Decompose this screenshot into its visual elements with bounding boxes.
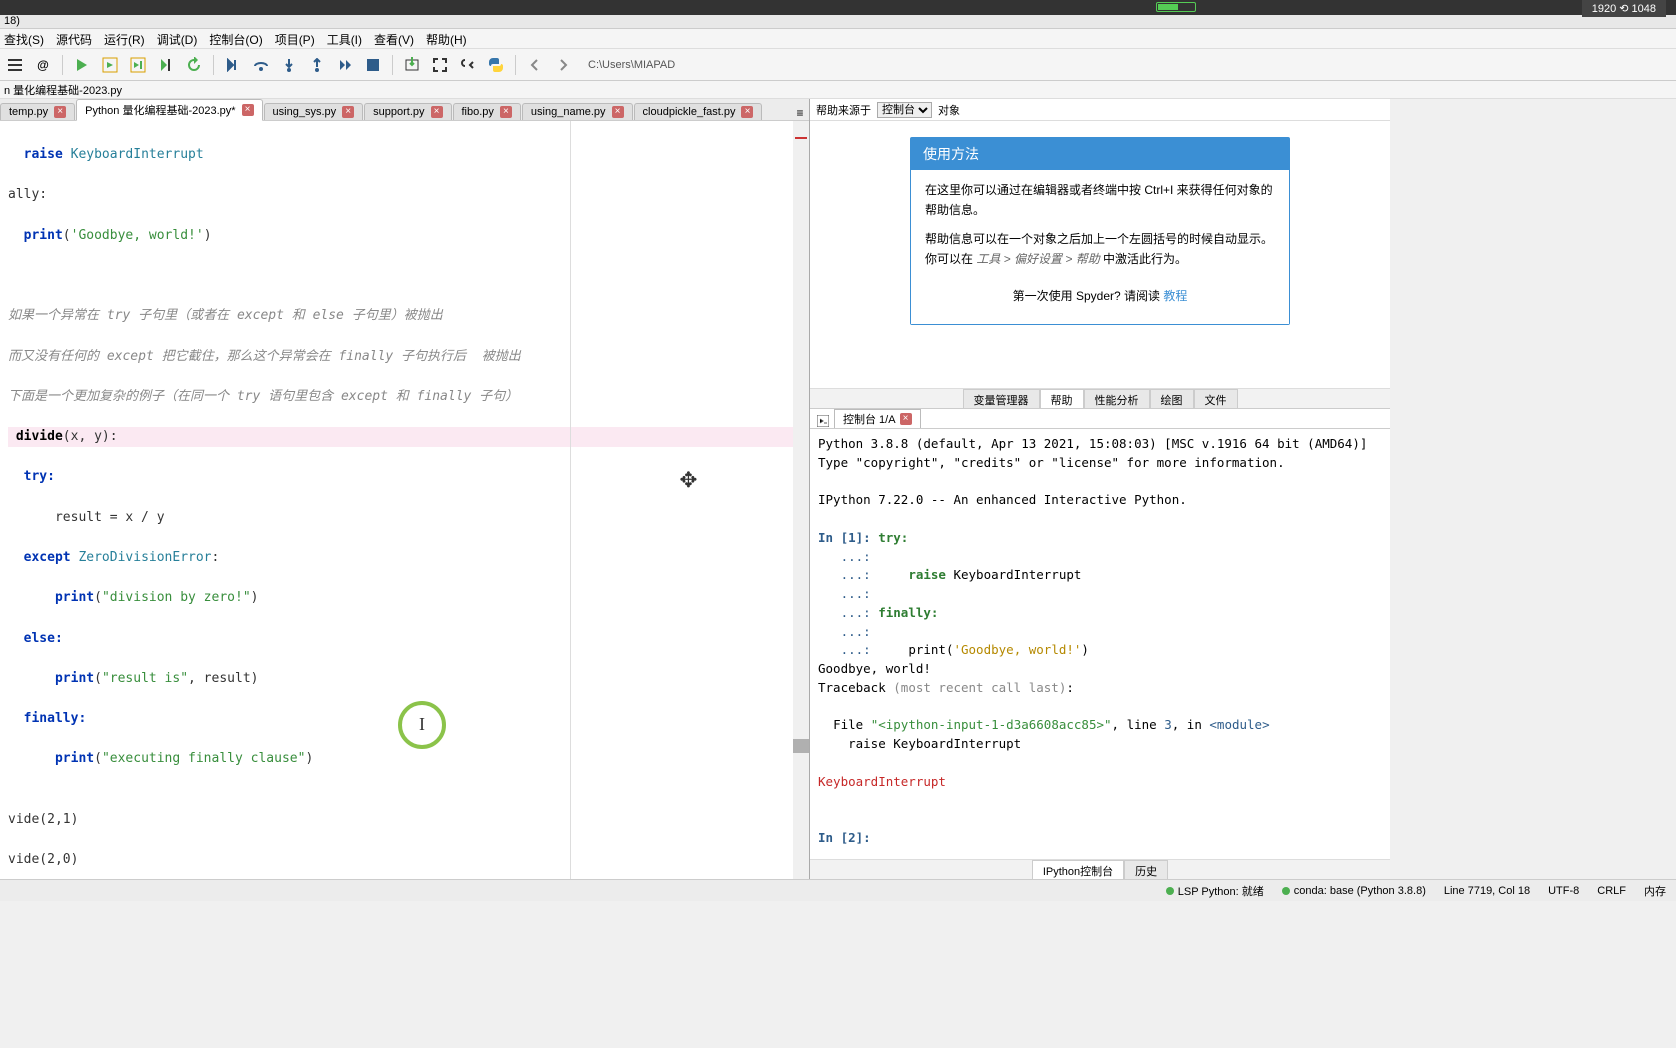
editor-pane: temp.py× Python 量化编程基础-2023.py*× using_s… (0, 99, 810, 879)
menu-sourcecode[interactable]: 源代码 (56, 31, 92, 46)
tb-stop-icon[interactable] (362, 54, 384, 76)
status-encoding: UTF-8 (1548, 885, 1579, 897)
battery-icon (1156, 2, 1196, 12)
tb-step-out-icon[interactable] (306, 54, 328, 76)
tab-using-name[interactable]: using_name.py× (522, 103, 633, 120)
help-header: 帮助来源于 控制台 对象 (810, 99, 1390, 121)
status-conda: conda: base (Python 3.8.8) (1282, 885, 1426, 897)
system-top-bar: 1920 ⟲ 1048 (0, 0, 1676, 15)
help-tabs: 变量管理器 帮助 性能分析 绘图 文件 (810, 388, 1390, 408)
help-text-1: 在这里你可以通过在编辑器或者终端中按 Ctrl+I 来获得任何对象的帮助信息。 (925, 180, 1275, 221)
move-cursor-icon: ✥ (680, 456, 697, 499)
status-lsp: LSP Python: 就绪 (1166, 883, 1264, 899)
scroll-error-mark (795, 137, 807, 139)
help-footer: 第一次使用 Spyder? 请阅读 教程 (925, 278, 1275, 314)
console-tab-bar: 控制台 1/A × (810, 409, 1390, 429)
close-icon[interactable]: × (900, 413, 912, 425)
help-source-label: 帮助来源于 (816, 102, 871, 118)
console-bottom-tabs: IPython控制台 历史 (810, 859, 1390, 879)
tab-variable-explorer[interactable]: 变量管理器 (963, 389, 1040, 408)
tb-at-icon[interactable]: @ (32, 54, 54, 76)
close-icon[interactable]: × (612, 106, 624, 118)
help-text-2: 帮助信息可以在一个对象之后加上一个左圆括号的时候自动显示。你可以在 工具 > 偏… (925, 229, 1275, 270)
menu-help[interactable]: 帮助(H) (426, 31, 467, 46)
tb-maximize-icon[interactable] (429, 54, 451, 76)
toolbar: @ C:\Users\MIAPAD (0, 49, 1676, 81)
tab-using-sys[interactable]: using_sys.py× (264, 103, 364, 120)
tab-help[interactable]: 帮助 (1040, 389, 1084, 408)
tab-ipython-console[interactable]: IPython控制台 (1032, 860, 1124, 879)
tab-quantbase[interactable]: Python 量化编程基础-2023.py*× (76, 99, 262, 121)
help-card: 使用方法 在这里你可以通过在编辑器或者终端中按 Ctrl+I 来获得任何对象的帮… (910, 137, 1290, 325)
window-title: 18) (0, 15, 1676, 29)
close-icon[interactable]: × (431, 106, 443, 118)
text-cursor-highlight: I (398, 701, 446, 749)
tb-hamburger-icon[interactable] (4, 54, 26, 76)
editor-scroll-thumb[interactable] (793, 739, 809, 753)
help-source-select[interactable]: 控制台 (877, 102, 932, 118)
tab-cloudpickle[interactable]: cloudpickle_fast.py× (634, 103, 763, 120)
right-pane: 帮助来源于 控制台 对象 使用方法 在这里你可以通过在编辑器或者终端中按 Ctr… (810, 99, 1390, 879)
help-card-title: 使用方法 (911, 138, 1289, 170)
help-pane: 帮助来源于 控制台 对象 使用方法 在这里你可以通过在编辑器或者终端中按 Ctr… (810, 99, 1390, 409)
tab-history[interactable]: 历史 (1124, 860, 1168, 879)
tab-menu-icon[interactable]: ≡ (791, 106, 809, 120)
tab-files[interactable]: 文件 (1194, 389, 1238, 408)
close-icon[interactable]: × (242, 104, 254, 116)
status-memory: 内存 (1644, 883, 1666, 899)
console-prompt-icon[interactable] (816, 414, 830, 428)
tb-import-icon[interactable] (401, 54, 423, 76)
editor-scrollbar[interactable] (793, 121, 809, 879)
close-icon[interactable]: × (54, 106, 66, 118)
tb-step-into-icon[interactable] (278, 54, 300, 76)
tb-back-icon[interactable] (524, 54, 546, 76)
menu-bar: 查找(S) 源代码 运行(R) 调试(D) 控制台(O) 项目(P) 工具(I)… (0, 29, 1676, 49)
menu-project[interactable]: 项目(P) (275, 31, 315, 46)
tb-step-over-icon[interactable] (250, 54, 272, 76)
tb-run-selection-icon[interactable] (155, 54, 177, 76)
resolution-badge: 1920 ⟲ 1048 (1582, 0, 1666, 17)
breadcrumb: n 量化编程基础-2023.py (0, 81, 1676, 99)
tb-python-icon[interactable] (485, 54, 507, 76)
status-eol: CRLF (1597, 885, 1626, 897)
menu-run[interactable]: 运行(R) (104, 31, 145, 46)
menu-debug[interactable]: 调试(D) (157, 31, 198, 46)
tab-temp[interactable]: temp.py× (0, 103, 75, 120)
tb-forward-icon[interactable] (552, 54, 574, 76)
close-icon[interactable]: × (741, 106, 753, 118)
close-icon[interactable]: × (500, 106, 512, 118)
tab-plots[interactable]: 绘图 (1150, 389, 1194, 408)
code-editor[interactable]: raise KeyboardInterrupt ally: print('Goo… (0, 121, 809, 879)
console-output[interactable]: Python 3.8.8 (default, Apr 13 2021, 15:0… (810, 429, 1390, 859)
help-object-label: 对象 (938, 102, 960, 118)
console-pane: 控制台 1/A × Python 3.8.8 (default, Apr 13 … (810, 409, 1390, 879)
tab-profiler[interactable]: 性能分析 (1084, 389, 1150, 408)
close-icon[interactable]: × (342, 106, 354, 118)
console-tab-1a[interactable]: 控制台 1/A × (834, 409, 921, 428)
editor-guide-line (570, 121, 571, 879)
editor-tab-bar: temp.py× Python 量化编程基础-2023.py*× using_s… (0, 99, 809, 121)
help-tutorial-link[interactable]: 教程 (1163, 289, 1187, 303)
menu-search[interactable]: 查找(S) (4, 31, 44, 46)
tb-debug-icon[interactable] (222, 54, 244, 76)
menu-console[interactable]: 控制台(O) (209, 31, 262, 46)
green-dot-icon (1166, 887, 1174, 895)
toolbar-path: C:\Users\MIAPAD (588, 59, 675, 71)
menu-tools[interactable]: 工具(I) (327, 31, 362, 46)
menu-view[interactable]: 查看(V) (374, 31, 414, 46)
green-dot-icon (1282, 887, 1290, 895)
tb-run-cell-icon[interactable] (99, 54, 121, 76)
tab-fibo[interactable]: fibo.py× (453, 103, 521, 120)
tb-rerun-icon[interactable] (183, 54, 205, 76)
tb-run-icon[interactable] (71, 54, 93, 76)
tb-continue-icon[interactable] (334, 54, 356, 76)
tab-support[interactable]: support.py× (364, 103, 451, 120)
status-position: Line 7719, Col 18 (1444, 885, 1530, 897)
tb-settings-icon[interactable] (457, 54, 479, 76)
status-bar: LSP Python: 就绪 conda: base (Python 3.8.8… (0, 879, 1676, 901)
tb-run-cell-advance-icon[interactable] (127, 54, 149, 76)
